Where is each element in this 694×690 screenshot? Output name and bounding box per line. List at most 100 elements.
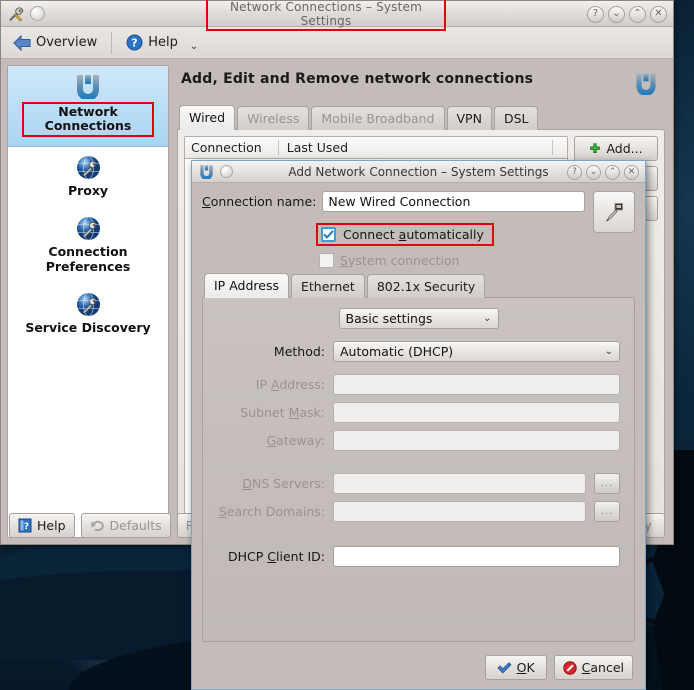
ip-address-row: IP Address: xyxy=(217,374,620,395)
network-plug-icon xyxy=(633,71,659,96)
sidebar-item-network-connections-label: Network Connections xyxy=(22,102,154,137)
gateway-row: Gateway: xyxy=(217,430,620,451)
help-button[interactable]: ? Help xyxy=(120,32,184,53)
connection-name-row: Connection name: New Wired Connection xyxy=(202,191,585,212)
tab-wired[interactable]: Wired xyxy=(179,105,236,130)
tools-icon[interactable] xyxy=(7,5,25,23)
window-help-button[interactable]: ? xyxy=(587,5,604,23)
svg-text:?: ? xyxy=(132,36,138,49)
connect-automatically-row: Connect automatically xyxy=(202,223,585,246)
dialog-tab-8021x-security[interactable]: 802.1x Security xyxy=(366,274,486,298)
dialog-close-button[interactable]: ✕ xyxy=(624,164,639,180)
dialog-tab-ip-address[interactable]: IP Address xyxy=(204,273,289,298)
sidebar-item-service-discovery[interactable]: Service Discovery xyxy=(8,284,168,345)
main-titlebar[interactable]: Network Connections – System Settings ? … xyxy=(1,0,673,31)
search-domains-browse-button[interactable]: ... xyxy=(594,501,620,522)
method-value: Automatic (DHCP) xyxy=(340,344,454,359)
dialog-help-button[interactable]: ? xyxy=(567,164,582,180)
sidebar-item-network-connections[interactable]: Network Connections xyxy=(8,66,168,147)
defaults-button: Defaults xyxy=(80,513,171,538)
connection-name-label-rest: onnection name: xyxy=(210,194,317,209)
method-combo[interactable]: Automatic (DHCP) ⌄ xyxy=(333,341,620,362)
subnet-mask-row: Subnet Mask: xyxy=(217,402,620,423)
sidebar-item-proxy-label: Proxy xyxy=(67,182,109,198)
tab-dsl[interactable]: DSL xyxy=(493,106,539,130)
dhcp-client-id-row: DHCP Client ID: xyxy=(217,546,620,567)
connect-automatically-checkbox[interactable] xyxy=(321,227,336,242)
connection-list-header: Connection Last Used xyxy=(184,136,568,159)
ethernet-plug-icon xyxy=(603,201,625,223)
sidebar-item-connection-preferences[interactable]: Connection Preferences xyxy=(8,208,168,284)
connection-name-input[interactable]: New Wired Connection xyxy=(322,191,585,212)
dhcp-client-id-label: DHCP Client ID: xyxy=(228,549,325,564)
system-connection-checkbox xyxy=(319,253,334,268)
sidebar-label-line2: Preferences xyxy=(45,258,131,274)
dialog-maximize-button[interactable]: ⌃ xyxy=(605,164,620,180)
dialog-tabs: IP Address Ethernet 802.1x Security xyxy=(202,273,635,298)
overview-label: Overview xyxy=(36,35,98,50)
dhcp-client-id-input[interactable] xyxy=(333,546,620,567)
add-connection-label: Add... xyxy=(606,141,643,156)
toolbar-separator xyxy=(111,31,113,54)
ok-button[interactable]: OK xyxy=(484,655,547,680)
dialog-titlebar[interactable]: Add Network Connection – System Settings… xyxy=(192,161,645,183)
ip-address-input xyxy=(333,374,620,395)
column-header-connection[interactable]: Connection xyxy=(191,140,270,155)
window-close-button[interactable]: ✕ xyxy=(650,5,667,23)
globe-wrench-icon xyxy=(75,215,101,241)
column-header-last-used[interactable]: Last Used xyxy=(287,140,356,155)
dialog-body: Connection name: New Wired Connection Co… xyxy=(192,183,645,648)
connection-name-label: Connection name: xyxy=(202,194,317,209)
chevron-down-icon: ⌄ xyxy=(483,313,492,324)
connection-type-button[interactable] xyxy=(593,191,635,233)
header-spacer xyxy=(356,140,544,155)
settings-sidebar: Network Connections Proxy Connection Pre… xyxy=(7,65,169,538)
column-divider xyxy=(552,140,553,155)
page-title: Add, Edit and Remove network connections xyxy=(181,71,534,87)
globe-wrench-icon xyxy=(75,154,101,180)
defaults-label: Defaults xyxy=(109,518,162,533)
overview-button[interactable]: Overview xyxy=(7,33,103,53)
method-row: Method: Automatic (DHCP) ⌄ xyxy=(217,341,620,362)
dialog-footer: OK Cancel xyxy=(192,648,645,689)
plus-icon xyxy=(589,142,601,155)
sidebar-item-connection-preferences-label: Connection Preferences xyxy=(43,244,134,275)
svg-text:?: ? xyxy=(24,522,29,532)
check-icon xyxy=(497,661,512,674)
settings-mode-combo[interactable]: Basic settings ⌄ xyxy=(338,308,499,329)
window-maximize-button[interactable]: ⌃ xyxy=(629,5,646,23)
network-plug-icon xyxy=(198,164,215,180)
subnet-mask-label: Subnet Mask: xyxy=(240,405,325,420)
sidebar-label-line2: Connections xyxy=(44,118,132,134)
add-network-connection-dialog: Add Network Connection – System Settings… xyxy=(191,160,646,690)
dns-servers-row: DNS Servers: ... xyxy=(217,473,620,494)
dns-servers-browse-button[interactable]: ... xyxy=(594,473,620,494)
dialog-menu-button[interactable] xyxy=(220,165,233,178)
tab-vpn[interactable]: VPN xyxy=(446,106,492,130)
gateway-label: Gateway: xyxy=(266,433,325,448)
search-domains-input xyxy=(333,501,586,522)
main-window-title: Network Connections – System Settings xyxy=(206,0,446,31)
dialog-tab-ethernet[interactable]: Ethernet xyxy=(290,274,365,298)
search-domains-row: Search Domains: ... xyxy=(217,501,620,522)
window-shade-button[interactable]: ⌄ xyxy=(608,5,625,23)
sidebar-item-service-discovery-label: Service Discovery xyxy=(25,319,151,335)
undo-icon xyxy=(90,519,105,532)
ok-label: OK xyxy=(516,660,535,675)
tab-mobile-broadband: Mobile Broadband xyxy=(311,106,445,130)
add-connection-button[interactable]: Add... xyxy=(574,136,658,161)
dialog-shade-button[interactable]: ⌄ xyxy=(586,164,601,180)
ip-address-panel: Basic settings ⌄ Method: Automatic (DHCP… xyxy=(202,297,635,642)
footer-help-button[interactable]: ? Help xyxy=(9,513,75,538)
content-header: Add, Edit and Remove network connections xyxy=(175,65,667,105)
help-book-icon: ? xyxy=(18,518,32,533)
chevron-down-icon: ⌄ xyxy=(604,346,613,357)
cancel-button[interactable]: Cancel xyxy=(553,655,633,680)
sidebar-label-line1: Connection xyxy=(48,244,128,260)
help-circle-icon: ? xyxy=(126,34,143,51)
window-menu-button[interactable] xyxy=(30,6,45,21)
chevron-down-icon[interactable]: ⌄ xyxy=(190,41,198,52)
dns-servers-input xyxy=(333,473,586,494)
sidebar-item-proxy[interactable]: Proxy xyxy=(8,147,168,208)
help-label: Help xyxy=(148,35,178,50)
